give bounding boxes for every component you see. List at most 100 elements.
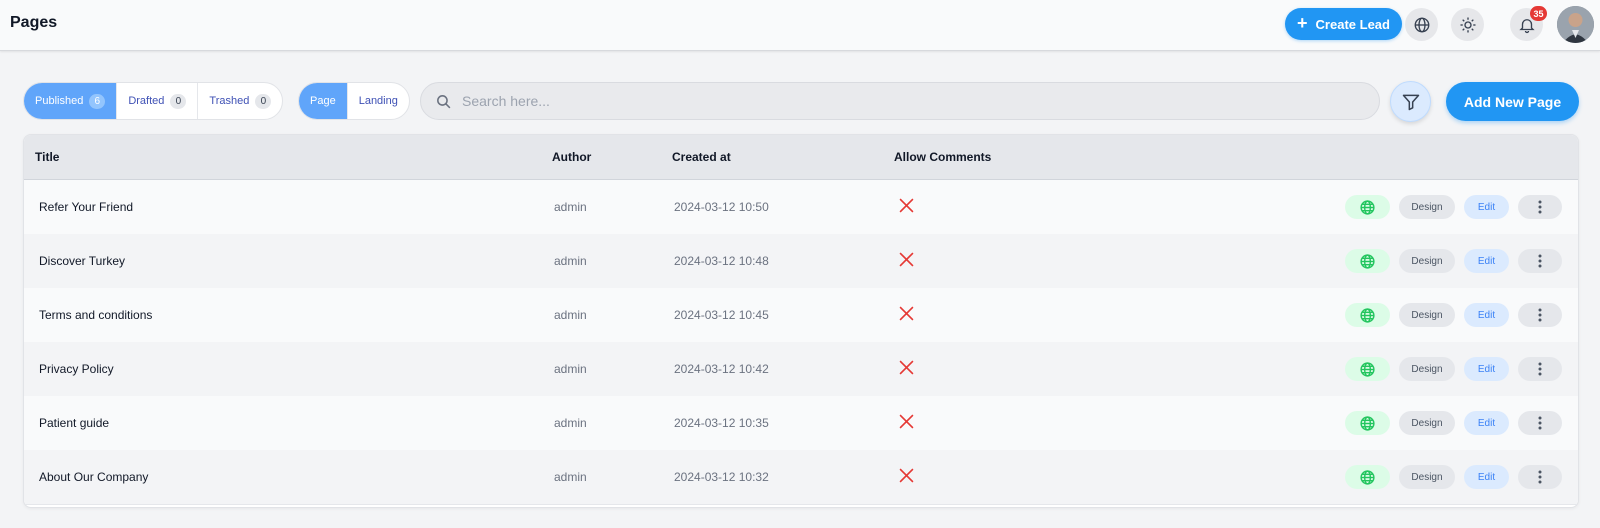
globe-icon [1360, 469, 1375, 485]
table-header: Title Author Created at Allow Comments [24, 135, 1578, 180]
column-header-title[interactable]: Title [35, 150, 59, 164]
more-vertical-icon [1538, 470, 1542, 484]
view-live-button[interactable] [1345, 303, 1390, 327]
table-row[interactable]: About Our Company admin 2024-03-12 10:32 De… [24, 450, 1578, 505]
comments-disabled-icon [898, 251, 915, 271]
more-vertical-icon [1538, 200, 1542, 214]
table-row[interactable]: Privacy Policy admin 2024-03-12 10:42 Desig… [24, 342, 1578, 397]
row-created-at: 2024-03-12 10:45 [674, 308, 769, 322]
table-row[interactable]: Patient guide admin 2024-03-12 10:35 Design… [24, 396, 1578, 451]
tab-drafted-count: 0 [170, 93, 187, 109]
row-created-at: 2024-03-12 10:48 [674, 254, 769, 268]
comments-disabled-icon [898, 305, 915, 325]
more-options-button[interactable] [1518, 465, 1562, 489]
view-live-button[interactable] [1345, 357, 1390, 381]
row-author: admin [554, 200, 587, 214]
notification-count-badge: 35 [1530, 6, 1547, 21]
more-options-button[interactable] [1518, 303, 1562, 327]
edit-button[interactable]: Edit [1464, 357, 1509, 381]
view-live-button[interactable] [1345, 411, 1390, 435]
tab-page-label: Page [310, 95, 336, 107]
view-live-button[interactable] [1345, 195, 1390, 219]
row-title[interactable]: Discover Turkey [39, 254, 125, 268]
create-lead-button[interactable]: + Create Lead [1285, 8, 1402, 40]
table-row[interactable]: Refer Your Friend admin 2024-03-12 10:50 De… [24, 180, 1578, 235]
design-button[interactable]: Design [1399, 411, 1455, 435]
notifications-button[interactable]: 35 [1510, 6, 1547, 41]
tab-trashed-label: Trashed [209, 95, 250, 107]
status-tabs: Published 6 Drafted 0 Trashed 0 [23, 82, 284, 120]
globe-icon [1360, 253, 1375, 269]
language-button[interactable] [1405, 8, 1438, 41]
user-avatar[interactable] [1557, 6, 1594, 43]
column-header-allow-comments[interactable]: Allow Comments [894, 150, 991, 164]
view-live-button[interactable] [1345, 249, 1390, 273]
more-options-button[interactable] [1518, 195, 1562, 219]
more-vertical-icon [1538, 308, 1542, 322]
comments-disabled-icon [898, 467, 915, 487]
view-live-button[interactable] [1345, 465, 1390, 489]
row-actions: Design Edit [1345, 249, 1562, 273]
edit-button[interactable]: Edit [1464, 303, 1509, 327]
more-vertical-icon [1538, 362, 1542, 376]
row-title[interactable]: Privacy Policy [39, 362, 114, 376]
design-button[interactable]: Design [1399, 357, 1455, 381]
row-title[interactable]: Patient guide [39, 416, 109, 430]
tab-trashed[interactable]: Trashed 0 [198, 83, 282, 119]
comments-disabled-icon [898, 359, 915, 379]
row-actions: Design Edit [1345, 411, 1562, 435]
row-actions: Design Edit [1345, 195, 1562, 219]
tab-trashed-count: 0 [255, 93, 272, 109]
column-header-author[interactable]: Author [552, 150, 591, 164]
design-button[interactable]: Design [1399, 465, 1455, 489]
more-options-button[interactable] [1518, 411, 1562, 435]
row-actions: Design Edit [1345, 465, 1562, 489]
filter-button[interactable] [1390, 81, 1431, 122]
search-input[interactable] [462, 93, 1379, 109]
tab-landing[interactable]: Landing [348, 83, 409, 119]
edit-button[interactable]: Edit [1464, 195, 1509, 219]
table-row[interactable]: Terms and conditions admin 2024-03-12 10:4… [24, 288, 1578, 343]
row-created-at: 2024-03-12 10:50 [674, 200, 769, 214]
type-tabs: Page Landing [298, 82, 410, 120]
table-row[interactable]: Discover Turkey admin 2024-03-12 10:48 Desi… [24, 234, 1578, 289]
globe-icon [1414, 17, 1429, 32]
row-created-at: 2024-03-12 10:42 [674, 362, 769, 376]
row-created-at: 2024-03-12 10:32 [674, 470, 769, 484]
add-new-page-button[interactable]: Add New Page [1446, 82, 1579, 121]
row-title[interactable]: About Our Company [39, 470, 148, 484]
sun-icon [1460, 17, 1475, 32]
globe-icon [1360, 415, 1375, 431]
design-button[interactable]: Design [1399, 195, 1455, 219]
more-options-button[interactable] [1518, 357, 1562, 381]
row-title[interactable]: Refer Your Friend [39, 200, 133, 214]
row-actions: Design Edit [1345, 357, 1562, 381]
comments-disabled-icon [898, 197, 915, 217]
row-title[interactable]: Terms and conditions [39, 308, 152, 322]
theme-toggle-button[interactable] [1451, 8, 1484, 41]
design-button[interactable]: Design [1399, 303, 1455, 327]
globe-icon [1360, 307, 1375, 323]
design-button[interactable]: Design [1399, 249, 1455, 273]
edit-button[interactable]: Edit [1464, 465, 1509, 489]
more-options-button[interactable] [1518, 249, 1562, 273]
top-bar: Pages + Create Lead 35 [0, 0, 1600, 51]
edit-button[interactable]: Edit [1464, 411, 1509, 435]
globe-icon [1360, 361, 1375, 377]
row-author: admin [554, 254, 587, 268]
tab-drafted[interactable]: Drafted 0 [117, 83, 199, 119]
more-vertical-icon [1538, 416, 1542, 430]
globe-icon [1360, 199, 1375, 215]
row-author: admin [554, 470, 587, 484]
edit-button[interactable]: Edit [1464, 249, 1509, 273]
search-icon [437, 94, 451, 108]
tab-published[interactable]: Published 6 [24, 83, 118, 119]
tab-published-count: 6 [89, 93, 106, 109]
tab-drafted-label: Drafted [128, 95, 165, 107]
row-actions: Design Edit [1345, 303, 1562, 327]
row-author: admin [554, 362, 587, 376]
column-header-created-at[interactable]: Created at [672, 150, 731, 164]
tab-page[interactable]: Page [299, 83, 348, 119]
plus-icon: + [1297, 13, 1308, 33]
row-author: admin [554, 308, 587, 322]
